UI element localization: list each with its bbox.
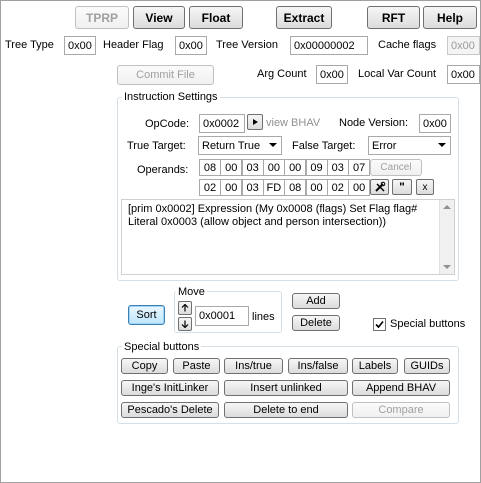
help-button[interactable]: Help	[423, 6, 477, 29]
view-bhav-link[interactable]: view BHAV	[266, 117, 320, 129]
operand-cell[interactable]: 03	[241, 159, 264, 176]
move-lines-field[interactable]: 0x0001	[195, 306, 249, 326]
special-buttons-title: Special buttons	[122, 341, 202, 353]
lines-label: lines	[252, 311, 275, 323]
scroll-up-icon	[443, 205, 451, 209]
paste-button[interactable]: Paste	[173, 358, 220, 374]
instruction-settings-title: Instruction Settings	[122, 91, 220, 103]
guids-button[interactable]: GUIDs	[404, 358, 450, 374]
commit-file-button[interactable]: Commit File	[117, 65, 214, 85]
view-bhav-arrow-button[interactable]	[247, 114, 263, 130]
insert-unlinked-button[interactable]: Insert unlinked	[224, 380, 348, 396]
operand-cell[interactable]: 00	[220, 159, 243, 176]
move-down-button[interactable]	[178, 317, 192, 331]
ins-true-button[interactable]: Ins/true	[224, 358, 283, 374]
scroll-down-icon	[443, 265, 451, 269]
description-scrollbar[interactable]	[439, 200, 454, 274]
tree-type-label: Tree Type	[5, 39, 54, 51]
operand-cell[interactable]: 07	[348, 159, 371, 176]
extract-button[interactable]: Extract	[276, 6, 332, 29]
arrow-up-icon	[181, 304, 189, 312]
false-target-select[interactable]: Error	[368, 136, 451, 155]
local-var-count-field[interactable]: 0x00	[447, 65, 480, 84]
true-target-label: True Target:	[127, 140, 186, 152]
float-button[interactable]: Float	[189, 6, 243, 29]
rft-button[interactable]: RFT	[367, 6, 420, 29]
node-version-field[interactable]: 0x00	[419, 114, 451, 133]
operands-label: Operands:	[137, 164, 189, 176]
false-target-label: False Target:	[292, 140, 356, 152]
move-up-button[interactable]	[178, 301, 192, 315]
copy-button[interactable]: Copy	[121, 358, 168, 374]
instruction-description-text: [prim 0x0002] Expression (My 0x0008 (fla…	[128, 203, 418, 228]
true-target-value: Return True	[202, 139, 261, 152]
append-bhav-button[interactable]: Append BHAV	[352, 380, 450, 396]
pescado-delete-button[interactable]: Pescado's Delete	[121, 402, 219, 418]
operand-cell[interactable]: 03	[326, 159, 349, 176]
operand-cell[interactable]: 08	[284, 179, 307, 196]
delete-button[interactable]: Delete	[292, 315, 340, 331]
cancel-button[interactable]: Cancel	[370, 159, 422, 176]
operand-cell[interactable]: 08	[199, 159, 221, 176]
chevron-down-icon	[269, 143, 277, 147]
quote-button[interactable]: "	[392, 179, 412, 195]
header-flag-label: Header Flag	[103, 39, 164, 51]
compare-button[interactable]: Compare	[352, 402, 450, 418]
local-var-count-label: Local Var Count	[358, 68, 437, 80]
operand-cell[interactable]: 09	[305, 159, 328, 176]
true-target-select[interactable]: Return True	[198, 136, 282, 155]
tools-icon	[374, 181, 385, 192]
move-label: Move	[176, 286, 207, 298]
tree-version-field[interactable]: 0x00000002	[290, 36, 368, 55]
header-flag-field[interactable]: 0x00	[175, 36, 207, 55]
special-buttons-checkbox-label[interactable]: Special buttons	[390, 318, 465, 330]
inge-initlinker-button[interactable]: Inge's InitLinker	[121, 380, 219, 396]
operand-cell[interactable]: 00	[348, 179, 371, 196]
cache-flags-field[interactable]: 0x00	[447, 36, 480, 55]
tree-type-field[interactable]: 0x00	[64, 36, 96, 55]
ins-false-button[interactable]: Ins/false	[288, 358, 348, 374]
operand-cell[interactable]: 00	[262, 159, 285, 176]
view-button[interactable]: View	[133, 6, 185, 29]
operand-cell[interactable]: 03	[241, 179, 264, 196]
false-target-value: Error	[372, 139, 397, 152]
checkmark-icon	[375, 320, 384, 329]
arg-count-label: Arg Count	[257, 68, 307, 80]
chevron-down-icon	[438, 143, 446, 147]
operand-cell[interactable]: 02	[326, 179, 349, 196]
add-button[interactable]: Add	[292, 293, 340, 309]
play-icon	[253, 119, 258, 125]
window-frame: TPRP View Float Extract RFT Help Tree Ty…	[0, 0, 481, 483]
node-version-label: Node Version:	[339, 117, 409, 129]
special-buttons-checkbox[interactable]	[373, 318, 386, 331]
delete-to-end-button[interactable]: Delete to end	[224, 402, 348, 418]
tprp-button[interactable]: TPRP	[75, 6, 129, 29]
operand-cell[interactable]: 00	[305, 179, 328, 196]
instruction-description[interactable]: [prim 0x0002] Expression (My 0x0008 (fla…	[121, 199, 455, 275]
operand-cell[interactable]: 00	[284, 159, 307, 176]
labels-button[interactable]: Labels	[352, 358, 398, 374]
operand-cell[interactable]: 02	[199, 179, 221, 196]
cache-flags-label: Cache flags	[378, 39, 437, 51]
wizard-button[interactable]	[370, 179, 389, 195]
operand-cell[interactable]: 00	[220, 179, 243, 196]
operand-cell[interactable]: FD	[262, 179, 285, 196]
arrow-down-icon	[181, 320, 189, 328]
arg-count-field[interactable]: 0x00	[316, 65, 348, 84]
opcode-field[interactable]: 0x0002	[199, 114, 245, 133]
clear-x-button[interactable]: x	[416, 179, 434, 195]
sort-button[interactable]: Sort	[128, 305, 165, 325]
tree-version-label: Tree Version	[216, 39, 278, 51]
opcode-label: OpCode:	[145, 118, 190, 130]
